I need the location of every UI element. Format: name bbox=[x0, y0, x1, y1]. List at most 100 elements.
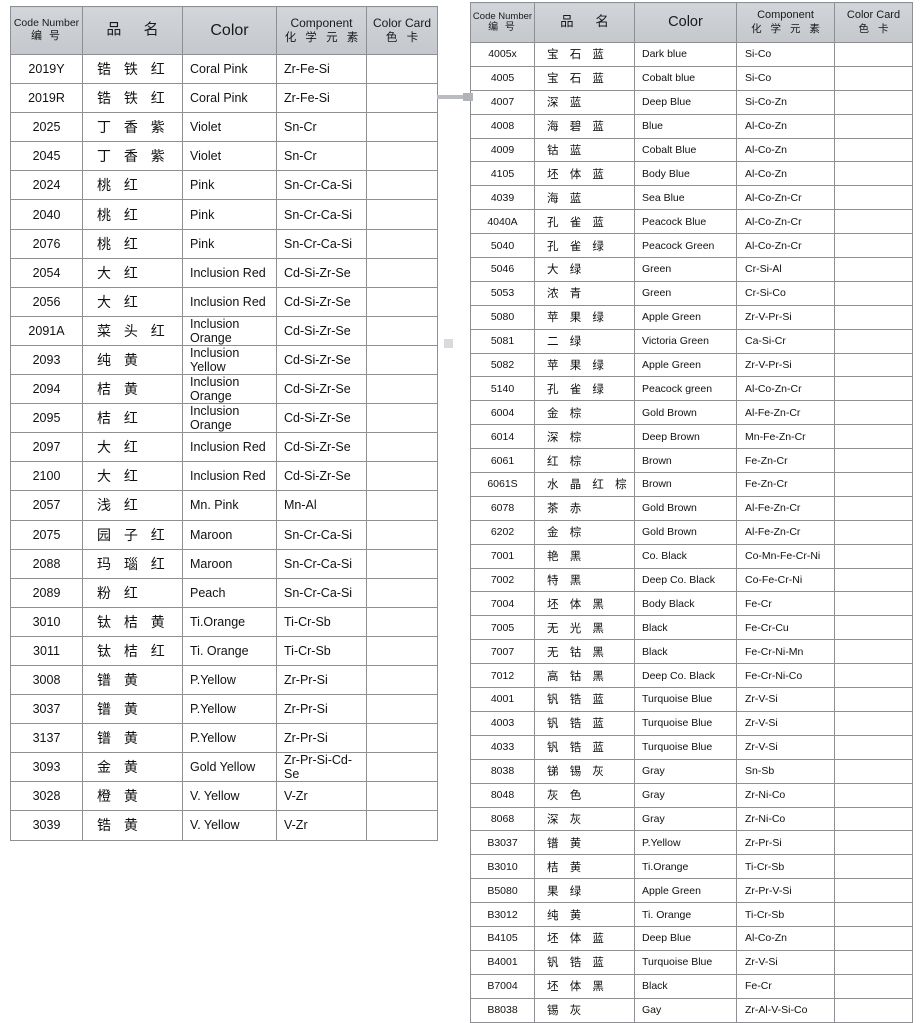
cell-name: 大 红 bbox=[82, 461, 183, 492]
cell-color: Mn. Pink bbox=[182, 490, 277, 521]
cell-code: 4007 bbox=[470, 89, 535, 115]
cell-component: Fe-Cr bbox=[736, 973, 835, 999]
cell-code: 6061S bbox=[470, 472, 535, 497]
cell-color-swatch bbox=[366, 694, 438, 725]
table-row: B4105 坯 体 蓝 Deep Blue Al-Co-Zn bbox=[470, 925, 913, 951]
cell-code: 2097 bbox=[10, 432, 83, 463]
cell-color: Turquoise Blue bbox=[634, 687, 737, 712]
table-row: 6078 茶 赤 Gold Brown Al-Fe-Zn-Cr bbox=[470, 495, 913, 521]
cell-color-swatch bbox=[834, 424, 913, 450]
cell-name: 高 钴 黑 bbox=[534, 663, 635, 689]
cell-code: 2089 bbox=[10, 577, 83, 608]
cell-code: 6004 bbox=[470, 400, 535, 426]
cell-component: Cd-Si-Zr-Se bbox=[276, 315, 367, 346]
cell-name: 钛 桔 黄 bbox=[82, 606, 183, 637]
cell-color: Maroon bbox=[182, 548, 277, 579]
cell-code: 5040 bbox=[470, 233, 535, 259]
cell-color-swatch bbox=[834, 328, 913, 354]
cell-color-swatch bbox=[366, 461, 438, 492]
cell-name: 丁 香 紫 bbox=[82, 112, 183, 143]
table-row: 5140 孔 雀 绿 Peacock green Al-Co-Zn-Cr bbox=[470, 376, 913, 402]
left-table-header: Code Number 编 号 品 名 Color Component 化 学 … bbox=[10, 6, 438, 55]
header-code-en: Code Number bbox=[13, 17, 80, 30]
cell-name: 深 蓝 bbox=[534, 89, 635, 115]
cell-component: Sn-Cr bbox=[276, 141, 367, 172]
cell-component: Al-Co-Zn bbox=[736, 113, 835, 139]
cell-color-swatch bbox=[834, 997, 913, 1023]
table-row: B5080 果 绿 Apple Green Zr-Pr-V-Si bbox=[470, 878, 913, 904]
cell-color-swatch bbox=[834, 448, 913, 474]
header-component-cn: 化 学 元 素 bbox=[751, 22, 823, 35]
cell-color-swatch bbox=[834, 209, 913, 235]
table-row: 6061 红 棕 Brown Fe-Zn-Cr bbox=[470, 448, 913, 474]
cell-color-swatch bbox=[834, 663, 913, 689]
cell-component: Cd-Si-Zr-Se bbox=[276, 286, 367, 317]
cell-color-swatch bbox=[366, 228, 438, 259]
cell-code: 5082 bbox=[470, 352, 535, 378]
cell-code: 2093 bbox=[10, 344, 83, 376]
cell-code: 7002 bbox=[470, 567, 535, 593]
table-row: 5053 浓 青 Green Cr-Si-Co bbox=[470, 280, 913, 306]
cell-code: B4105 bbox=[470, 925, 535, 951]
header-color-en: Color bbox=[210, 21, 249, 39]
cell-color-swatch bbox=[834, 472, 913, 497]
cell-code: 2075 bbox=[10, 519, 83, 550]
cell-color-swatch bbox=[834, 113, 913, 139]
cell-name: 桃 红 bbox=[82, 170, 183, 201]
cell-color: Body Blue bbox=[634, 161, 737, 187]
table-row: 7004 坯 体 黑 Body Black Fe-Cr bbox=[470, 591, 913, 617]
cell-code: 7005 bbox=[470, 615, 535, 641]
cell-code: 3137 bbox=[10, 723, 83, 754]
cell-name: 海 蓝 bbox=[534, 185, 635, 211]
cell-color-swatch bbox=[366, 83, 438, 114]
column-header-component: Component 化 学 元 素 bbox=[276, 6, 367, 55]
cell-code: B3037 bbox=[470, 830, 535, 856]
cell-color-swatch bbox=[834, 65, 913, 91]
cell-color-swatch bbox=[834, 854, 913, 880]
table-row: 5080 苹 果 绿 Apple Green Zr-V-Pr-Si bbox=[470, 304, 913, 330]
cell-color: Black bbox=[634, 973, 737, 999]
cell-name: 镨 黄 bbox=[82, 723, 183, 754]
cell-code: 2076 bbox=[10, 228, 83, 259]
cell-code: 5140 bbox=[470, 376, 535, 402]
cell-color-swatch bbox=[834, 352, 913, 378]
cell-code: 2091A bbox=[10, 315, 83, 346]
cell-color-swatch bbox=[834, 806, 913, 832]
cell-color-swatch bbox=[366, 723, 438, 754]
cell-component: Co-Fe-Cr-Ni bbox=[736, 567, 835, 593]
cell-color: Apple Green bbox=[634, 878, 737, 904]
cell-color: Gray bbox=[634, 758, 737, 784]
cell-color: P.Yellow bbox=[182, 723, 277, 754]
table-row: 8048 灰 色 Gray Zr-Ni-Co bbox=[470, 782, 913, 808]
cell-component: Fe-Zn-Cr bbox=[736, 472, 835, 497]
cell-component: Zr-Ni-Co bbox=[736, 806, 835, 832]
cell-code: 2024 bbox=[10, 170, 83, 201]
cell-code: B7004 bbox=[470, 973, 535, 999]
header-code-cn: 编 号 bbox=[488, 22, 517, 34]
table-row: 3093 金 黄 Gold Yellow Zr-Pr-Si-Cd-Se bbox=[10, 752, 438, 783]
cell-code: 4105 bbox=[470, 161, 535, 187]
cell-code: 2100 bbox=[10, 461, 83, 492]
table-row: 3028 橙 黄 V. Yellow V-Zr bbox=[10, 781, 438, 812]
cell-color: Ti.Orange bbox=[634, 854, 737, 880]
cell-color-swatch bbox=[834, 543, 913, 569]
cell-name: 镨 黄 bbox=[82, 664, 183, 696]
table-row: 4039 海 蓝 Sea Blue Al-Co-Zn-Cr bbox=[470, 185, 913, 211]
cell-name: 纯 黄 bbox=[82, 344, 183, 376]
cell-color-swatch bbox=[834, 89, 913, 115]
cell-name: 粉 红 bbox=[82, 577, 183, 608]
cell-color-swatch bbox=[366, 112, 438, 143]
header-component-en: Component bbox=[290, 16, 353, 31]
cell-code: 4040A bbox=[470, 209, 535, 235]
right-color-table: Code Number 编 号 品 名 Color Component 化 学 … bbox=[470, 2, 913, 1023]
cell-color: Peach bbox=[182, 577, 277, 608]
column-header-component: Component 化 学 元 素 bbox=[736, 2, 835, 43]
cell-color: Inclusion Yellow bbox=[182, 344, 277, 376]
cell-color: Gray bbox=[634, 782, 737, 808]
cell-component: Zr-Pr-Si bbox=[736, 830, 835, 856]
cell-component: Sn-Cr-Ca-Si bbox=[276, 228, 367, 259]
cell-name: 深 灰 bbox=[534, 806, 635, 832]
cell-component: Ti-Cr-Sb bbox=[276, 606, 367, 637]
cell-code: B8038 bbox=[470, 997, 535, 1023]
cell-component: Cd-Si-Zr-Se bbox=[276, 374, 367, 405]
